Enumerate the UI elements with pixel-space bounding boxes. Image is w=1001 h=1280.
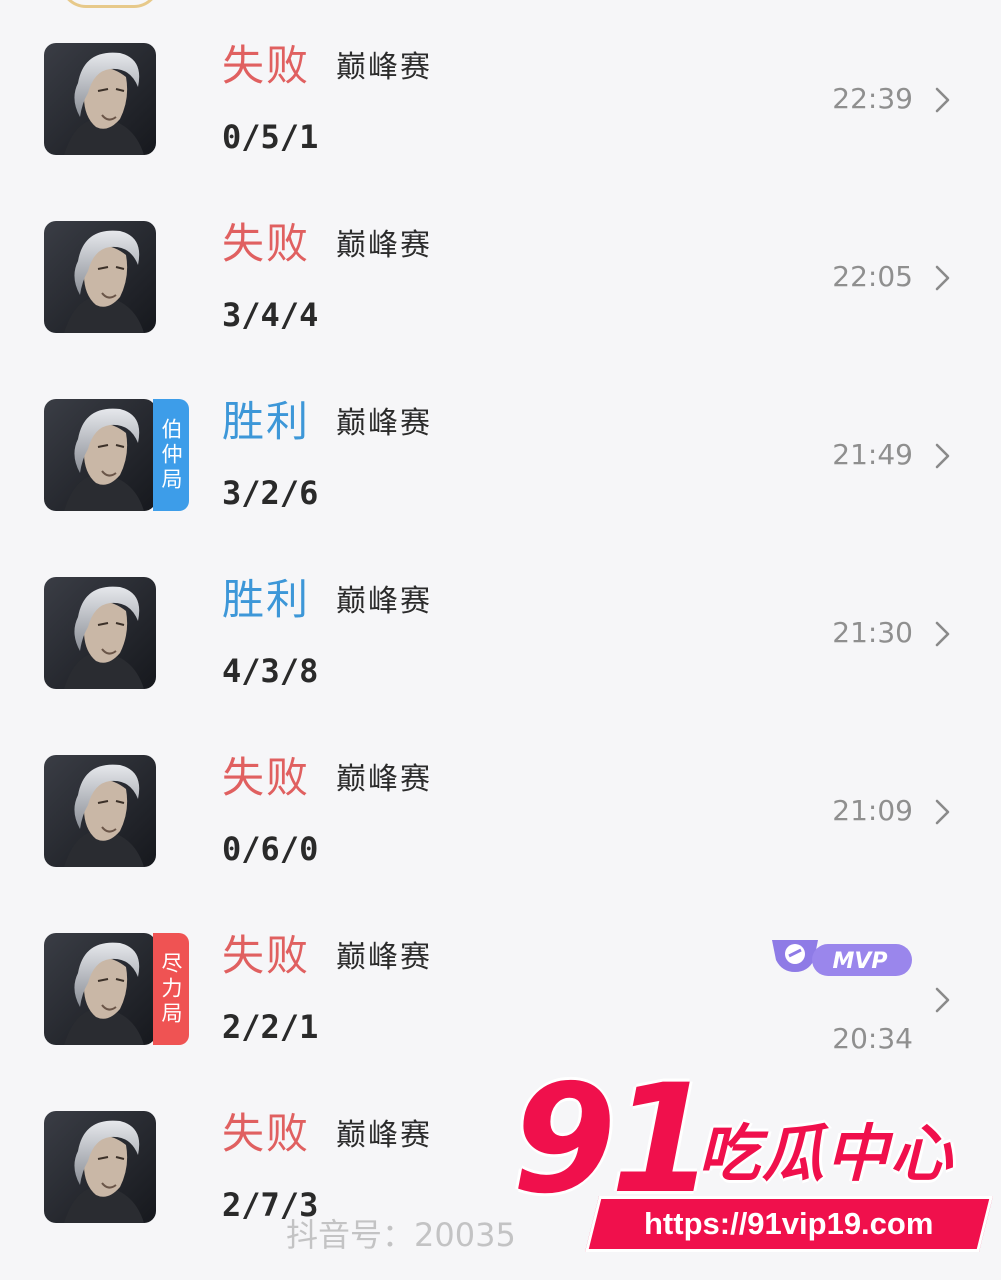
watermark-text: 抖音号：20035 (286, 1216, 516, 1254)
chevron-right-icon[interactable] (932, 986, 954, 1014)
match-mode: 巅峰赛 (336, 406, 432, 441)
match-kda: 0/5/1 (222, 118, 319, 156)
chevron-right-icon[interactable] (932, 264, 954, 292)
hero-avatar (44, 1111, 156, 1223)
brand-watermark: 91 吃瓜中心 https://91vip19.com (508, 1060, 998, 1280)
brand-url: https://91vip19.com (644, 1206, 934, 1241)
match-kda: 3/4/4 (222, 296, 319, 334)
match-tag-badge: 伯仲局 (153, 399, 189, 511)
match-kda: 4/3/8 (222, 652, 319, 690)
match-time: 21:09 (832, 794, 913, 827)
chevron-right-icon[interactable] (932, 620, 954, 648)
match-result: 失败 (222, 931, 311, 980)
match-kda: 2/2/1 (222, 1008, 319, 1046)
match-tag-badge: 尽力局 (153, 933, 189, 1045)
match-row[interactable]: 失败 巅峰赛 0/6/0 21:09 (0, 712, 1001, 890)
match-time: 20:34 (832, 1022, 913, 1055)
chevron-right-icon[interactable] (932, 86, 954, 114)
match-row[interactable]: 胜利 巅峰赛 4/3/8 21:30 (0, 534, 1001, 712)
match-row[interactable]: 失败 巅峰赛 3/4/4 22:05 (0, 178, 1001, 356)
hero-avatar (44, 577, 156, 689)
match-result: 失败 (222, 753, 311, 802)
match-mode: 巅峰赛 (336, 940, 432, 975)
match-mode: 巅峰赛 (336, 1118, 432, 1153)
match-result: 失败 (222, 1109, 311, 1158)
match-time: 21:49 (832, 438, 913, 471)
hero-avatar (44, 399, 156, 511)
brand-url-banner: https://91vip19.com (585, 1196, 993, 1252)
match-mode: 巅峰赛 (336, 228, 432, 263)
match-result: 胜利 (222, 397, 311, 446)
match-result: 失败 (222, 219, 311, 268)
match-row[interactable]: 失败 巅峰赛 0/5/1 22:39 (0, 0, 1001, 178)
chevron-right-icon[interactable] (932, 798, 954, 826)
match-kda: 0/6/0 (222, 830, 319, 868)
hero-avatar (44, 755, 156, 867)
hero-avatar (44, 221, 156, 333)
match-result: 胜利 (222, 575, 311, 624)
match-row[interactable]: 伯仲局 胜利 巅峰赛 3/2/6 21:49 (0, 356, 1001, 534)
match-time: 22:05 (832, 260, 913, 293)
hero-avatar (44, 43, 156, 155)
match-kda: 3/2/6 (222, 474, 319, 512)
match-mode: 巅峰赛 (336, 584, 432, 619)
match-result: 失败 (222, 41, 311, 90)
chevron-right-icon[interactable] (932, 442, 954, 470)
hero-avatar (44, 933, 156, 1045)
match-mode: 巅峰赛 (336, 50, 432, 85)
match-mode: 巅峰赛 (336, 762, 432, 797)
mvp-label: MVP (832, 949, 887, 974)
mvp-badge: MVP (772, 940, 912, 976)
match-time: 21:30 (832, 616, 913, 649)
brand-name: 吃瓜中心 (698, 1117, 955, 1190)
match-time: 22:39 (832, 82, 913, 115)
